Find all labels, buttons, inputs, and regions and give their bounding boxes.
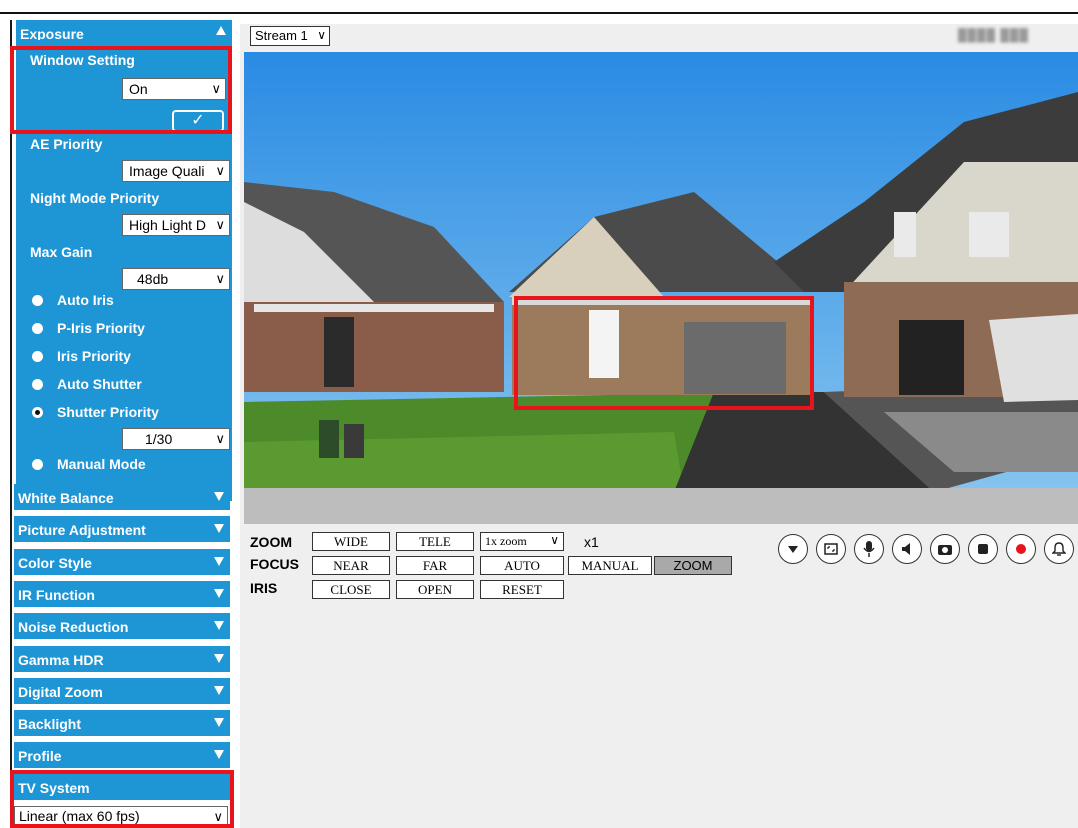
- radio-iris-priority[interactable]: Iris Priority: [32, 348, 131, 364]
- chevron-down-icon: ∨: [215, 217, 225, 232]
- radio-button-selected-icon: [32, 406, 43, 418]
- accordion-label: Color Style: [18, 554, 92, 571]
- radio-manual-mode[interactable]: Manual Mode: [32, 456, 146, 472]
- radio-iris-priority-label: Iris Priority: [57, 348, 131, 364]
- accordion-label: Backlight: [18, 716, 82, 733]
- zoom-wide-button[interactable]: WIDE: [312, 532, 390, 551]
- focus-label: FOCUS: [250, 556, 299, 572]
- snapshot-icon[interactable]: [930, 534, 960, 564]
- expand-arrow-icon: [214, 718, 224, 728]
- accordion-ir-function[interactable]: IR Function: [14, 580, 230, 609]
- collapse-arrow-icon: [216, 26, 226, 35]
- expand-arrow-icon: [214, 588, 224, 598]
- chevron-down-icon: ∨: [317, 28, 326, 42]
- zoom-tele-button[interactable]: TELE: [396, 532, 474, 551]
- focus-manual-button[interactable]: MANUAL: [568, 556, 652, 575]
- top-border: [0, 0, 1078, 14]
- stop-icon[interactable]: [968, 534, 998, 564]
- radio-auto-shutter-label: Auto Shutter: [57, 376, 142, 392]
- accordion-label: Picture Adjustment: [18, 522, 146, 539]
- accordion-label: Noise Reduction: [18, 619, 129, 636]
- night-mode-priority-value: High Light D: [129, 217, 207, 233]
- blurred-timestamp: ████ ███: [958, 28, 1029, 42]
- focus-far-button[interactable]: FAR: [396, 556, 474, 575]
- night-mode-priority-label: Night Mode Priority: [30, 190, 160, 206]
- accordion-label: White Balance: [18, 490, 114, 506]
- record-icon[interactable]: [1006, 534, 1036, 564]
- ae-priority-select[interactable]: Image Quali ∨: [122, 160, 230, 182]
- radio-button-icon: [32, 350, 43, 362]
- zoom-readout: x1: [584, 534, 599, 550]
- radio-button-icon: [32, 458, 43, 470]
- shutter-value: 1/30: [145, 431, 173, 447]
- accordion-digital-zoom[interactable]: Digital Zoom: [14, 677, 230, 706]
- accordion-label: IR Function: [18, 586, 95, 603]
- radio-button-icon: [32, 378, 43, 390]
- radio-manual-mode-label: Manual Mode: [57, 456, 146, 472]
- radio-auto-shutter[interactable]: Auto Shutter: [32, 376, 142, 392]
- video-frame-image: [244, 52, 1078, 524]
- chevron-down-icon: ∨: [215, 163, 225, 178]
- accordion-label: Digital Zoom: [18, 683, 103, 700]
- highlight-window-setting: [10, 46, 232, 134]
- radio-auto-iris[interactable]: Auto Iris: [32, 292, 114, 308]
- shutter-select[interactable]: 1/30 ∨: [122, 428, 230, 450]
- ae-priority-label: AE Priority: [30, 136, 103, 152]
- night-mode-priority-select[interactable]: High Light D ∨: [122, 214, 230, 236]
- highlight-tv-system: [10, 770, 234, 828]
- expand-arrow-icon: [214, 556, 224, 566]
- focus-near-button[interactable]: NEAR: [312, 556, 390, 575]
- zoom-label: ZOOM: [250, 534, 292, 550]
- radio-p-iris-priority[interactable]: P-Iris Priority: [32, 320, 145, 336]
- stream-select[interactable]: Stream 1 ∨: [250, 26, 330, 46]
- accordion-profile[interactable]: Profile: [14, 742, 230, 771]
- radio-button-icon: [32, 294, 43, 306]
- dropdown-icon[interactable]: [778, 534, 808, 564]
- ae-priority-value: Image Quali: [129, 163, 205, 179]
- accordion-gamma-hdr[interactable]: Gamma HDR: [14, 645, 230, 674]
- accordion-label: Gamma HDR: [18, 651, 104, 668]
- microphone-icon[interactable]: [854, 534, 884, 564]
- zoom-level-select[interactable]: 1x zoom ∨: [480, 532, 564, 551]
- expand-arrow-icon: [214, 621, 224, 631]
- max-gain-label: Max Gain: [30, 244, 93, 260]
- fullscreen-icon[interactable]: [816, 534, 846, 564]
- iris-reset-button[interactable]: RESET: [480, 580, 564, 599]
- radio-shutter-priority[interactable]: Shutter Priority: [32, 404, 159, 420]
- accordion-backlight[interactable]: Backlight: [14, 710, 230, 739]
- alarm-icon[interactable]: [1044, 534, 1074, 564]
- zoom-level-value: 1x zoom: [485, 534, 527, 548]
- live-video[interactable]: [244, 52, 1078, 524]
- speaker-icon[interactable]: [892, 534, 922, 564]
- radio-auto-iris-label: Auto Iris: [57, 292, 114, 308]
- accordion-label: Profile: [18, 748, 62, 765]
- accordion-white-balance[interactable]: White Balance: [14, 484, 230, 512]
- expand-arrow-icon: [214, 524, 224, 534]
- iris-open-button[interactable]: OPEN: [396, 580, 474, 599]
- accordion-noise-reduction[interactable]: Noise Reduction: [14, 613, 230, 642]
- chevron-down-icon: ∨: [215, 431, 225, 446]
- iris-close-button[interactable]: CLOSE: [312, 580, 390, 599]
- focus-zoom-button[interactable]: ZOOM: [654, 556, 732, 575]
- max-gain-select[interactable]: 48db ∨: [122, 268, 230, 290]
- radio-button-icon: [32, 322, 43, 334]
- focus-auto-button[interactable]: AUTO: [480, 556, 564, 575]
- accordion-picture-adjustment[interactable]: Picture Adjustment: [14, 516, 230, 545]
- accordion-color-style[interactable]: Color Style: [14, 548, 230, 577]
- radio-p-iris-priority-label: P-Iris Priority: [57, 320, 145, 336]
- expand-arrow-icon: [214, 685, 224, 695]
- max-gain-value: 48db: [137, 271, 169, 287]
- iris-label: IRIS: [250, 580, 278, 596]
- radio-shutter-priority-label: Shutter Priority: [57, 404, 159, 420]
- expand-arrow-icon: [214, 492, 224, 501]
- expand-arrow-icon: [214, 750, 224, 760]
- chevron-down-icon: ∨: [550, 533, 559, 547]
- chevron-down-icon: ∨: [215, 271, 225, 286]
- stream-select-value: Stream 1: [255, 28, 308, 43]
- expand-arrow-icon: [214, 653, 224, 663]
